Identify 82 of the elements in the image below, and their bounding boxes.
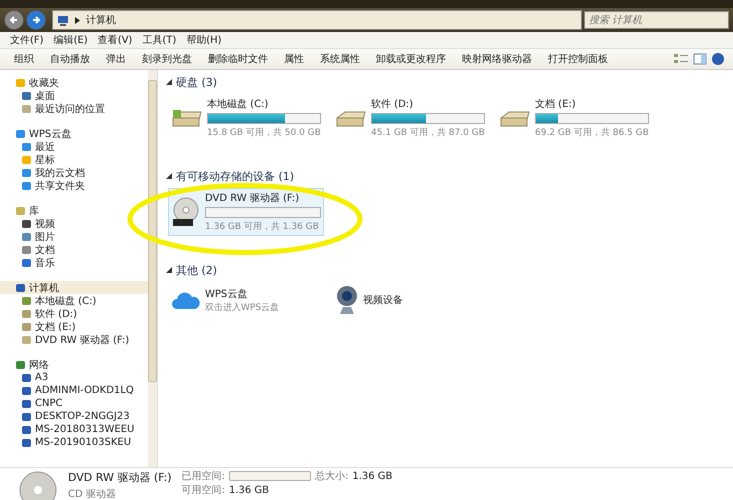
menu-item[interactable]: 工具(T) (142, 33, 176, 47)
sidebar-header[interactable]: 网络 (0, 358, 148, 371)
forward-button[interactable] (26, 10, 46, 30)
sidebar-item[interactable]: ADMINMI-ODKD1LQ (0, 384, 148, 397)
toolbar-button[interactable]: 删除临时文件 (202, 52, 274, 66)
menu-item[interactable]: 编辑(E) (54, 33, 88, 47)
free-space-value: 1.36 GB (228, 484, 270, 496)
drive-detail: 1.36 GB 可用，共 1.36 GB (205, 220, 320, 233)
drive-name: 视频设备 (363, 294, 404, 307)
collapse-triangle-icon[interactable] (166, 267, 172, 273)
drive-tile[interactable]: 软件 (D:) 45.1 GB 可用，共 87.0 GB (332, 94, 488, 142)
toolbar-button[interactable]: 刻录到光盘 (136, 52, 198, 66)
drive-name: DVD RW 驱动器 (F:) (205, 192, 300, 205)
toolbar-button[interactable]: 映射网络驱动器 (456, 52, 538, 66)
scrollbar[interactable] (148, 70, 157, 467)
disc-icon (171, 197, 201, 227)
sidebar-item[interactable]: MS-20180313WEEU (0, 423, 148, 436)
view-options-icon[interactable] (673, 52, 689, 66)
sidebar-header[interactable]: 计算机 (0, 281, 148, 294)
used-space-label: 已用空间: (182, 470, 225, 483)
sidebar-item[interactable]: 本地磁盘 (C:) (0, 294, 148, 307)
toolbar-button[interactable]: 系统属性 (314, 52, 366, 66)
drive-tile[interactable]: 本地磁盘 (C:) 15.8 GB 可用，共 50.0 GB (168, 94, 324, 142)
sidebar-item[interactable]: 文档 (E:) (0, 320, 148, 333)
drive-name: 本地磁盘 (C:) (207, 98, 270, 111)
drive-detail: 15.8 GB 可用，共 50.0 GB (207, 126, 321, 139)
toolbar-button[interactable]: 卸载或更改程序 (370, 52, 452, 66)
back-button[interactable] (4, 10, 24, 30)
toolbar-button[interactable]: 弹出 (100, 52, 132, 66)
collapse-triangle-icon[interactable] (166, 173, 172, 179)
toolbar-button[interactable]: 属性 (278, 52, 310, 66)
sidebar-item[interactable]: 最近 (0, 140, 148, 153)
drive-detail: 69.2 GB 可用，共 86.5 GB (535, 126, 649, 139)
sidebar-item[interactable]: A3 (0, 371, 148, 384)
drive-name: 文档 (E:) (535, 98, 577, 111)
preview-pane-icon[interactable] (693, 52, 707, 66)
sidebar-item[interactable]: 共享文件夹 (0, 179, 148, 192)
webcam-icon (335, 285, 359, 315)
free-space-label: 可用空间: (182, 484, 225, 497)
sidebar-item[interactable]: 文档 (0, 243, 148, 256)
sidebar-item[interactable]: 星标 (0, 153, 148, 166)
menu-item[interactable]: 文件(F) (10, 33, 44, 47)
drive-detail: 45.1 GB 可用，共 87.0 GB (371, 126, 485, 139)
menu-item[interactable]: 查看(V) (98, 33, 132, 47)
collapse-triangle-icon[interactable] (166, 79, 172, 85)
sidebar-item[interactable]: DVD RW 驱动器 (F:) (0, 333, 148, 346)
sidebar-item[interactable]: 我的云文档 (0, 166, 148, 179)
computer-icon (57, 14, 69, 26)
drive-name: 软件 (D:) (371, 98, 414, 111)
sidebar-header[interactable]: 收藏夹 (0, 76, 148, 89)
drive-tile[interactable]: DVD RW 驱动器 (F:) 1.36 GB 可用，共 1.36 GB (168, 188, 324, 236)
group-header[interactable]: 有可移动存储的设备 (1) (176, 168, 294, 184)
sidebar-item[interactable]: CNPC (0, 397, 148, 410)
menu-item[interactable]: 帮助(H) (186, 33, 222, 47)
drive-name: DVD RW 驱动器 (F:) (68, 470, 172, 485)
toolbar-button[interactable]: 自动播放 (44, 52, 96, 66)
sidebar-item[interactable]: MS-20190103SKEU (0, 436, 148, 449)
sidebar-item[interactable]: 图片 (0, 230, 148, 243)
drive-type: CD 驱动器 (68, 488, 117, 500)
toolbar-button[interactable]: 打开控制面板 (542, 52, 614, 66)
drive-tile[interactable]: WPS云盘 双击进入WPS云盘 (168, 282, 324, 318)
sidebar-header[interactable]: 库 (0, 204, 148, 217)
total-size-label: 总大小: (314, 470, 348, 483)
sidebar-item[interactable]: DESKTOP-2NGGJ23 (0, 410, 148, 423)
search-field[interactable]: 搜索 计算机 (584, 11, 729, 29)
drive-tile[interactable]: 视频设备 (332, 282, 488, 318)
breadcrumb-item[interactable]: 计算机 (86, 13, 116, 27)
group-header[interactable]: 硬盘 (3) (176, 74, 218, 90)
total-size-value: 1.36 GB (352, 470, 392, 482)
sidebar-header[interactable]: WPS云盘 (0, 127, 148, 140)
sidebar-item[interactable]: 音乐 (0, 256, 148, 269)
sidebar-item[interactable]: 视频 (0, 217, 148, 230)
sidebar-item[interactable]: 桌面 (0, 89, 148, 102)
toolbar-button[interactable]: 组织 (8, 52, 40, 66)
address-bar[interactable]: 计算机 (52, 10, 582, 30)
drive-detail: 双击进入WPS云盘 (205, 302, 280, 314)
sidebar-item[interactable]: 软件 (D:) (0, 307, 148, 320)
breadcrumb-arrow-icon (75, 16, 80, 24)
drive-name: WPS云盘 (205, 288, 248, 300)
group-header[interactable]: 其他 (2) (176, 262, 218, 278)
sidebar-item[interactable]: 最近访问的位置 (0, 102, 148, 115)
drive-tile[interactable]: 文档 (E:) 69.2 GB 可用，共 86.5 GB (496, 94, 652, 142)
